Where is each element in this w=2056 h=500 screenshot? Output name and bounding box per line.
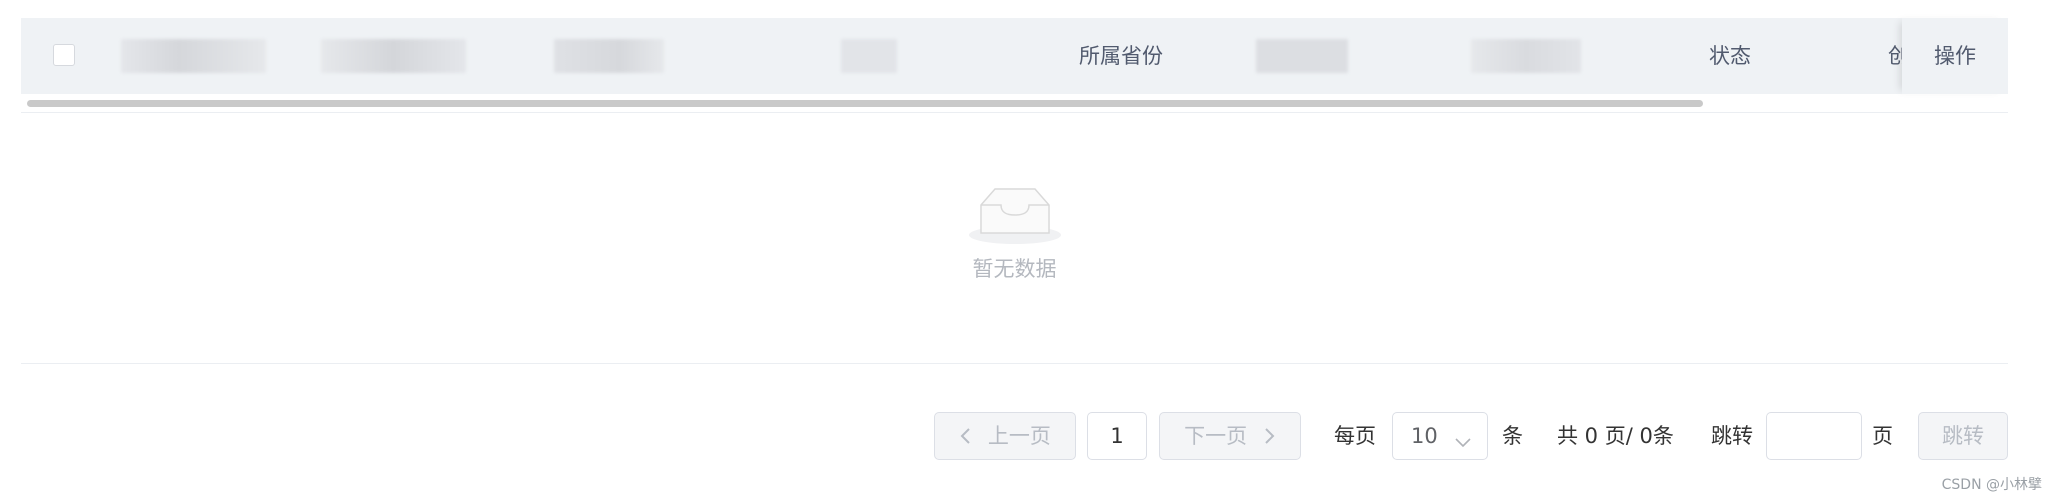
column-status[interactable]: 状态 <box>1709 18 1751 94</box>
column-province[interactable]: 所属省份 <box>1079 18 1163 94</box>
page-unit-label: 页 <box>1872 424 1893 448</box>
chevron-down-icon <box>1455 429 1471 453</box>
table-header: 所属省份 状态 创 操作 <box>21 18 2008 94</box>
header-divider <box>21 112 2008 113</box>
next-page-button[interactable]: 下一页 <box>1159 412 1301 460</box>
prev-page-button[interactable]: 上一页 <box>934 412 1076 460</box>
total-text: 共 0 页/ 0条 <box>1557 424 1674 448</box>
empty-text: 暂无数据 <box>972 257 1057 281</box>
redacted-header-6 <box>1471 18 1581 94</box>
jump-label: 跳转 <box>1711 424 1753 448</box>
page-size-value: 10 <box>1411 424 1438 448</box>
redacted-header-1 <box>121 18 266 94</box>
jump-page-input[interactable] <box>1766 412 1862 460</box>
redacted-header-3 <box>554 18 664 94</box>
table-bottom-divider <box>21 363 2008 364</box>
current-page-number[interactable]: 1 <box>1087 412 1147 460</box>
chevron-right-icon <box>1247 424 1276 448</box>
column-actions: 操作 <box>1934 44 1976 68</box>
empty-state: 暂无数据 <box>21 183 2008 283</box>
next-page-label: 下一页 <box>1184 424 1248 448</box>
redacted-header-4 <box>841 18 897 94</box>
redacted-header-2 <box>321 18 466 94</box>
fixed-actions-column: 操作 <box>1902 18 2008 94</box>
chevron-left-icon <box>959 424 988 448</box>
per-page-label: 每页 <box>1334 424 1376 448</box>
prev-page-label: 上一页 <box>987 424 1051 448</box>
watermark: CSDN @小林擘 <box>1941 477 2042 493</box>
unit-label: 条 <box>1502 424 1523 448</box>
redacted-header-5 <box>1256 18 1348 94</box>
page-size-select[interactable]: 10 <box>1392 412 1488 460</box>
data-table: 所属省份 状态 创 操作 暂无数据 <box>21 18 2008 364</box>
jump-button[interactable]: 跳转 <box>1918 412 2008 460</box>
empty-inbox-icon <box>967 183 1063 247</box>
select-all-checkbox[interactable] <box>53 44 75 66</box>
pagination: 上一页 1 下一页 每页 10 条 共 0 页/ 0条 跳转 页 跳转 <box>0 412 2056 460</box>
horizontal-scrollbar[interactable] <box>27 100 1703 107</box>
